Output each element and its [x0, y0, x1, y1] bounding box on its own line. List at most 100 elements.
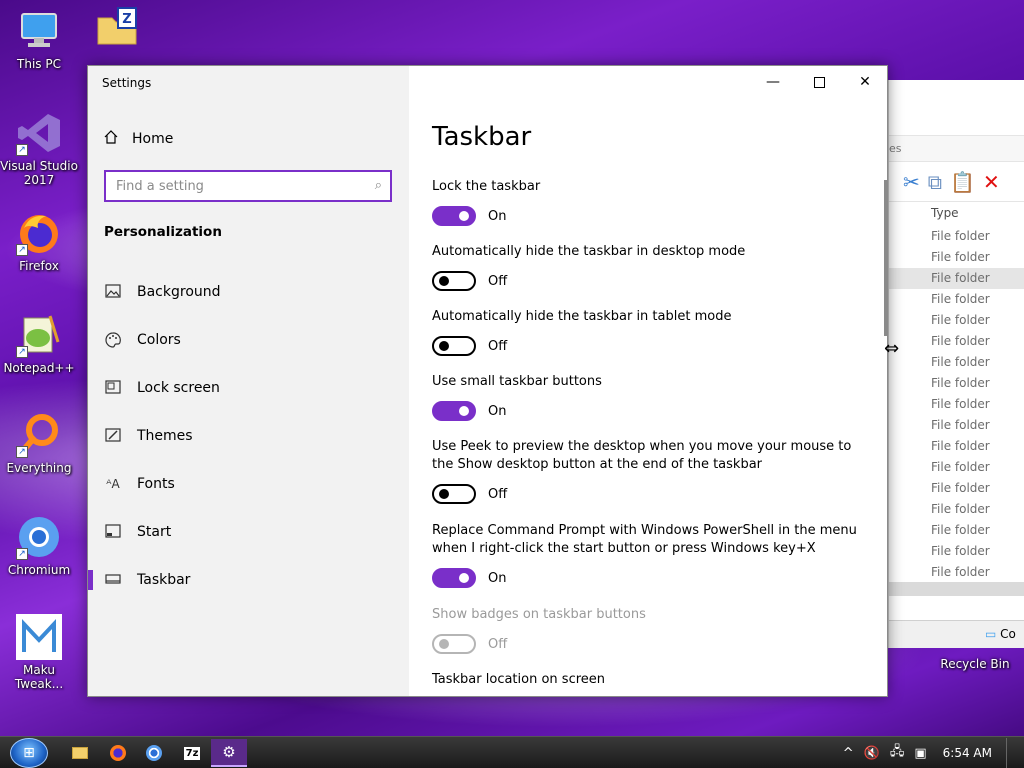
- explorer-status-bar: ▭ Co: [889, 620, 1024, 648]
- explorer-row[interactable]: File folder: [889, 499, 1024, 520]
- nav-item-label: Lock screen: [137, 380, 220, 396]
- desktop-icon-folder[interactable]: Z: [78, 4, 156, 53]
- desktop-icon-label: Everything: [6, 461, 72, 475]
- lock-taskbar-toggle[interactable]: [432, 206, 476, 226]
- setting-lock-taskbar: Lock the taskbar On: [432, 178, 862, 226]
- explorer-row[interactable]: File folder: [889, 247, 1024, 268]
- desktop-icon-maku-tweaker[interactable]: Maku Tweak...: [0, 614, 78, 691]
- explorer-row[interactable]: File folder: [889, 226, 1024, 247]
- taskbar-chromium[interactable]: [136, 739, 172, 767]
- small-buttons-toggle[interactable]: [432, 401, 476, 421]
- nav-item-fonts[interactable]: ᴬA Fonts: [88, 460, 409, 508]
- setting-label: Replace Command Prompt with Windows Powe…: [432, 523, 857, 556]
- search-box[interactable]: ⌕: [104, 170, 392, 202]
- home-icon: [104, 130, 118, 148]
- start-button[interactable]: ⊞: [10, 738, 48, 768]
- clock[interactable]: 6:54 AM: [943, 746, 992, 760]
- nav-item-background[interactable]: Background: [88, 268, 409, 316]
- computer-icon: ▭: [985, 627, 997, 641]
- peek-toggle[interactable]: [432, 484, 476, 504]
- picture-icon: [105, 284, 121, 300]
- powershell-toggle[interactable]: [432, 568, 476, 588]
- explorer-row[interactable]: File folder: [889, 310, 1024, 331]
- explorer-row[interactable]: File folder: [889, 289, 1024, 310]
- taskbar-location-dropdown[interactable]: [432, 696, 772, 697]
- explorer-row[interactable]: File folder: [889, 415, 1024, 436]
- action-center-icon[interactable]: ▣: [914, 746, 926, 761]
- visual-studio-icon: ↗: [16, 110, 62, 156]
- computer-location-item[interactable]: ▭ Co: [985, 627, 1016, 641]
- nav-item-taskbar[interactable]: Taskbar: [88, 556, 409, 604]
- explorer-row[interactable]: File folder: [889, 373, 1024, 394]
- setting-label: Automatically hide the taskbar in tablet…: [432, 309, 732, 324]
- desktop-icon-label: Maku Tweak...: [14, 663, 64, 691]
- horizontal-scrollbar[interactable]: [889, 582, 1024, 596]
- firefox-icon: [110, 745, 126, 761]
- taskbar-file-explorer[interactable]: [62, 739, 98, 767]
- copy-icon[interactable]: ⧉: [928, 171, 942, 193]
- desktop-icon-firefox[interactable]: ↗ Firefox: [0, 210, 78, 273]
- explorer-row[interactable]: File folder: [889, 268, 1024, 289]
- delete-icon[interactable]: ✕: [983, 171, 1000, 193]
- settings-window[interactable]: Settings Home ⌕ Personalization Backgrou…: [87, 65, 888, 697]
- desktop-icon-notepad-plus-plus[interactable]: ↗ Notepad++: [0, 312, 78, 375]
- volume-muted-icon[interactable]: 🔇: [864, 746, 880, 761]
- autohide-tablet-toggle[interactable]: [432, 336, 476, 356]
- svg-text:Z: Z: [122, 12, 131, 27]
- desktop-icon-everything[interactable]: ↗ Everything: [0, 412, 78, 475]
- show-desktop-button[interactable]: [1006, 738, 1012, 768]
- search-input[interactable]: [106, 172, 356, 200]
- nav-home[interactable]: Home: [104, 130, 173, 148]
- nav-item-start[interactable]: Start: [88, 508, 409, 556]
- section-title: Personalization: [104, 224, 222, 240]
- setting-autohide-tablet: Automatically hide the taskbar in tablet…: [432, 308, 862, 356]
- setting-label: Use small taskbar buttons: [432, 374, 602, 389]
- explorer-row[interactable]: File folder: [889, 436, 1024, 457]
- column-header-type[interactable]: Type: [889, 202, 1024, 226]
- nav-item-lock-screen[interactable]: Lock screen: [88, 364, 409, 412]
- show-hidden-icons-chevron-icon[interactable]: ^: [843, 746, 854, 761]
- setting-powershell: Replace Command Prompt with Windows Powe…: [432, 522, 862, 588]
- explorer-row[interactable]: File folder: [889, 457, 1024, 478]
- desktop-icon-this-pc[interactable]: This PC: [0, 8, 78, 71]
- file-explorer-window[interactable]: es ✂ ⧉ 📋 ✕ Type File folder File folder Fi…: [888, 80, 1024, 648]
- explorer-row[interactable]: File folder: [889, 394, 1024, 415]
- setting-label: Show badges on taskbar buttons: [432, 607, 646, 622]
- nav-item-label: Colors: [137, 332, 181, 348]
- fonts-icon: ᴬA: [106, 477, 120, 491]
- desktop-icon-visual-studio[interactable]: ↗ Visual Studio 2017: [0, 110, 78, 187]
- setting-label: Use Peek to preview the desktop when you…: [432, 439, 852, 472]
- personalization-nav: Background Colors Lock screen Themes ᴬA …: [88, 268, 409, 604]
- shortcut-arrow-icon: ↗: [16, 346, 28, 358]
- explorer-row[interactable]: File folder: [889, 541, 1024, 562]
- setting-badges: Show badges on taskbar buttons Off: [432, 606, 862, 654]
- firefox-icon: ↗: [16, 210, 62, 256]
- nav-item-themes[interactable]: Themes: [88, 412, 409, 460]
- toggle-state-text: On: [488, 403, 507, 419]
- explorer-row[interactable]: File folder: [889, 520, 1024, 541]
- taskbar-settings[interactable]: ⚙: [211, 739, 247, 767]
- desktop-icon-chromium[interactable]: ↗ Chromium: [0, 514, 78, 577]
- explorer-row[interactable]: File folder: [889, 352, 1024, 373]
- network-icon[interactable]: 🖧: [890, 742, 905, 764]
- nav-item-colors[interactable]: Colors: [88, 316, 409, 364]
- desktop-icon-label: This PC: [17, 57, 61, 71]
- cut-icon[interactable]: ✂: [903, 171, 920, 193]
- taskbar-7zip[interactable]: 7z: [174, 739, 210, 767]
- setting-taskbar-location: Taskbar location on screen: [432, 671, 862, 689]
- paste-icon[interactable]: 📋: [950, 171, 975, 193]
- taskbar-settings-content: Taskbar Lock the taskbar On Automaticall…: [432, 66, 887, 696]
- explorer-row[interactable]: File folder: [889, 478, 1024, 499]
- explorer-row[interactable]: File folder: [889, 331, 1024, 352]
- search-icon[interactable]: ⌕: [375, 178, 382, 193]
- taskbar: ⊞ 7z ⚙ ^ 🔇 🖧 ▣ 6:54 AM: [0, 736, 1024, 768]
- autohide-desktop-toggle[interactable]: [432, 271, 476, 291]
- folder-zip-icon: Z: [94, 4, 140, 50]
- vertical-scrollbar-thumb[interactable]: [884, 180, 887, 336]
- taskbar-firefox[interactable]: [100, 739, 136, 767]
- settings-sidebar: Settings Home ⌕ Personalization Backgrou…: [88, 66, 409, 696]
- explorer-address-fragment: es: [889, 136, 1024, 162]
- explorer-row[interactable]: File folder: [889, 562, 1024, 583]
- desktop-icon-label: Visual Studio 2017: [0, 159, 78, 187]
- nav-home-label: Home: [132, 131, 174, 147]
